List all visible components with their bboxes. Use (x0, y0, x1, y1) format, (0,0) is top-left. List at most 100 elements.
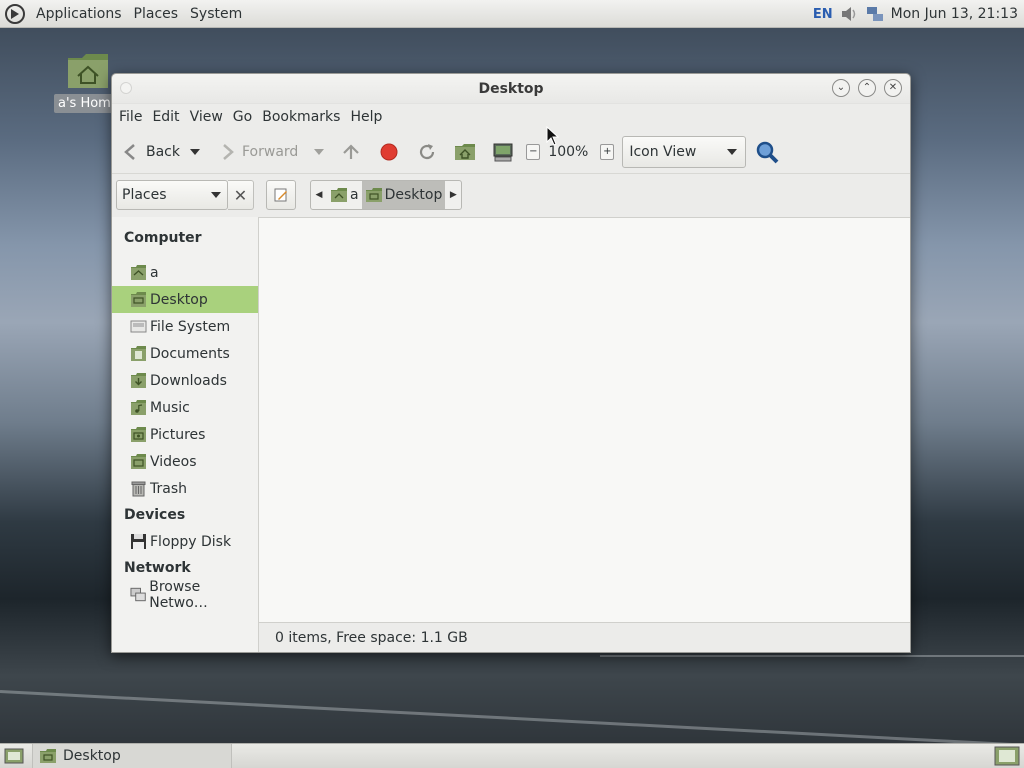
sidebar-item-label: Trash (150, 480, 187, 497)
downloads-folder-icon (131, 373, 146, 388)
back-button[interactable]: Back (120, 136, 190, 168)
applications-menu[interactable]: Applications (30, 6, 128, 22)
menu-help[interactable]: Help (345, 109, 387, 125)
sidebar-item-home[interactable]: a (112, 259, 258, 286)
taskbar-item-desktop[interactable]: Desktop (32, 743, 232, 768)
distro-logo-icon[interactable] (4, 3, 26, 25)
view-mode-label: Icon View (629, 143, 697, 160)
sidebar-item-floppy-disk[interactable]: Floppy Disk (112, 528, 258, 555)
top-panel: Applications Places System EN Mon Jun 13… (0, 0, 1024, 28)
file-manager-window: Desktop ⌄ ⌃ ✕ File Edit View Go Bookmark… (111, 73, 911, 653)
places-menu[interactable]: Places (128, 6, 185, 22)
keyboard-layout-indicator[interactable]: EN (813, 7, 833, 22)
forward-history-dropdown[interactable] (314, 148, 325, 155)
sidebar-item-label: a (150, 264, 159, 281)
up-icon[interactable] (340, 141, 362, 163)
network-icon[interactable] (865, 5, 885, 23)
content-pane: 0 items, Free space: 1.1 GB (259, 217, 910, 652)
sidebar-heading-computer: Computer (124, 230, 202, 246)
sidebar-heading-devices: Devices (124, 507, 186, 523)
status-text: 0 items, Free space: 1.1 GB (275, 629, 468, 646)
places-sidebar: Computer a Desktop File System Documents… (112, 217, 259, 652)
zoom-out-button[interactable]: − (526, 143, 541, 160)
system-menu[interactable]: System (184, 6, 248, 22)
taskbar-item-label: Desktop (63, 748, 121, 764)
home-folder-icon (131, 265, 146, 280)
sidebar-item-label: Floppy Disk (150, 533, 232, 550)
forward-arrow-icon (223, 143, 234, 160)
sidebar-item-file-system[interactable]: File System (112, 313, 258, 340)
sidebar-item-desktop[interactable]: Desktop (112, 286, 258, 313)
forward-label: Forward (242, 143, 299, 160)
sidebar-item-pictures[interactable]: Pictures (112, 421, 258, 448)
maximize-button[interactable]: ⌃ (858, 79, 876, 97)
edit-icon (274, 188, 287, 202)
mouse-cursor-icon (546, 126, 560, 146)
file-view[interactable] (259, 218, 910, 622)
titlebar[interactable]: Desktop ⌄ ⌃ ✕ (112, 74, 910, 104)
bottom-panel: Desktop (0, 743, 1024, 768)
workspace-switcher-icon[interactable] (994, 746, 1020, 766)
menu-bookmarks[interactable]: Bookmarks (257, 109, 345, 125)
menubar: File Edit View Go Bookmarks Help (112, 104, 910, 130)
crumb-home-label: a (350, 187, 359, 203)
sidebar-mode-label: Places (122, 187, 167, 203)
sidebar-item-label: Documents (150, 345, 230, 362)
back-label: Back (146, 143, 180, 160)
documents-folder-icon (131, 346, 146, 361)
music-folder-icon (131, 400, 146, 415)
computer-icon[interactable] (492, 141, 514, 163)
trash-icon (131, 481, 146, 497)
sidebar-item-label: Desktop (150, 291, 208, 308)
home-folder-icon (68, 54, 108, 88)
back-arrow-icon (124, 143, 135, 160)
file-system-icon (130, 320, 147, 333)
panes: Computer a Desktop File System Documents… (112, 217, 910, 652)
menu-file[interactable]: File (114, 109, 147, 125)
stop-icon[interactable] (378, 141, 400, 163)
sidebar-item-label: Music (150, 399, 190, 416)
menu-go[interactable]: Go (228, 109, 257, 125)
close-icon: ✕ (233, 185, 248, 205)
zoom-in-button[interactable]: + (600, 143, 615, 160)
desktop-folder-icon (131, 292, 146, 307)
home-folder-icon (331, 188, 347, 202)
sidebar-item-label: Videos (150, 453, 197, 470)
statusbar: 0 items, Free space: 1.1 GB (259, 622, 910, 652)
crumb-right-arrow-icon[interactable]: ▶ (445, 181, 461, 209)
sidebar-item-music[interactable]: Music (112, 394, 258, 421)
menu-view[interactable]: View (185, 109, 228, 125)
pictures-folder-icon (131, 427, 146, 442)
view-mode-select[interactable]: Icon View (622, 135, 747, 168)
sidebar-item-label: Downloads (150, 372, 227, 389)
search-icon[interactable] (754, 139, 780, 165)
sidebar-item-browse-network[interactable]: Browse Netwo… (112, 579, 258, 611)
show-desktop-icon[interactable] (4, 747, 24, 765)
crumb-home[interactable]: a (327, 181, 362, 209)
floppy-disk-icon (131, 534, 146, 549)
back-history-dropdown[interactable] (190, 148, 200, 155)
sidebar-item-documents[interactable]: Documents (112, 340, 258, 367)
sidebar-mode-select[interactable]: Places (116, 180, 228, 210)
sidebar-item-downloads[interactable]: Downloads (112, 367, 258, 394)
crumb-desktop-label: Desktop (384, 187, 443, 203)
menu-edit[interactable]: Edit (147, 109, 184, 125)
toggle-location-entry-button[interactable] (266, 180, 296, 210)
system-tray: EN Mon Jun 13, 21:13 (813, 0, 1024, 28)
clock[interactable]: Mon Jun 13, 21:13 (891, 6, 1018, 22)
home-icon[interactable] (454, 141, 476, 163)
crumb-desktop[interactable]: Desktop (361, 181, 446, 209)
crumb-left-arrow-icon[interactable]: ◀ (311, 181, 327, 209)
window-menu-button[interactable] (120, 82, 132, 94)
sidebar-item-label: File System (150, 318, 231, 335)
forward-button[interactable]: Forward (216, 136, 314, 168)
minimize-button[interactable]: ⌄ (832, 79, 850, 97)
close-sidebar-button[interactable]: ✕ (228, 180, 254, 210)
close-button[interactable]: ✕ (884, 79, 902, 97)
sidebar-item-trash[interactable]: Trash (112, 475, 258, 502)
chevron-down-icon (727, 148, 738, 155)
sidebar-item-label: Pictures (150, 426, 206, 443)
reload-icon[interactable] (416, 141, 438, 163)
sidebar-item-videos[interactable]: Videos (112, 448, 258, 475)
volume-icon[interactable] (839, 5, 859, 23)
